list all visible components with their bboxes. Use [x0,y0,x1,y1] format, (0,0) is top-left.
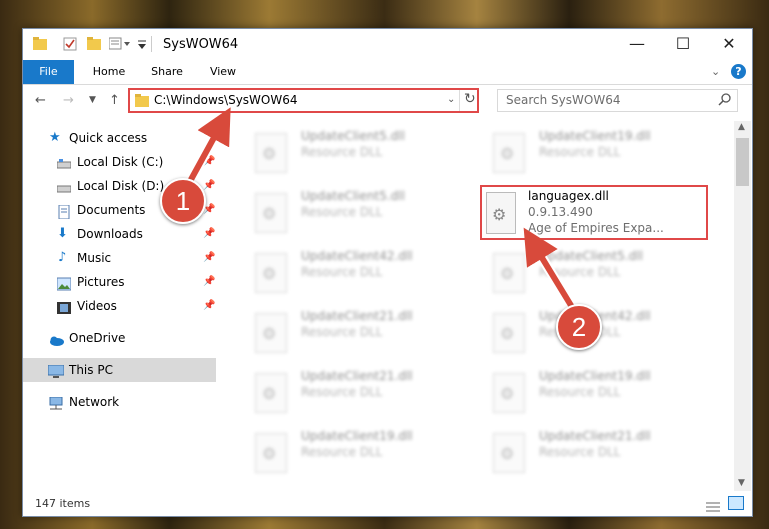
arrow-2 [523,227,578,314]
callout-2: 2 [556,304,602,350]
annotation-arrows [183,107,580,315]
arrow-1 [185,107,231,187]
callout-1: 1 [160,178,206,224]
